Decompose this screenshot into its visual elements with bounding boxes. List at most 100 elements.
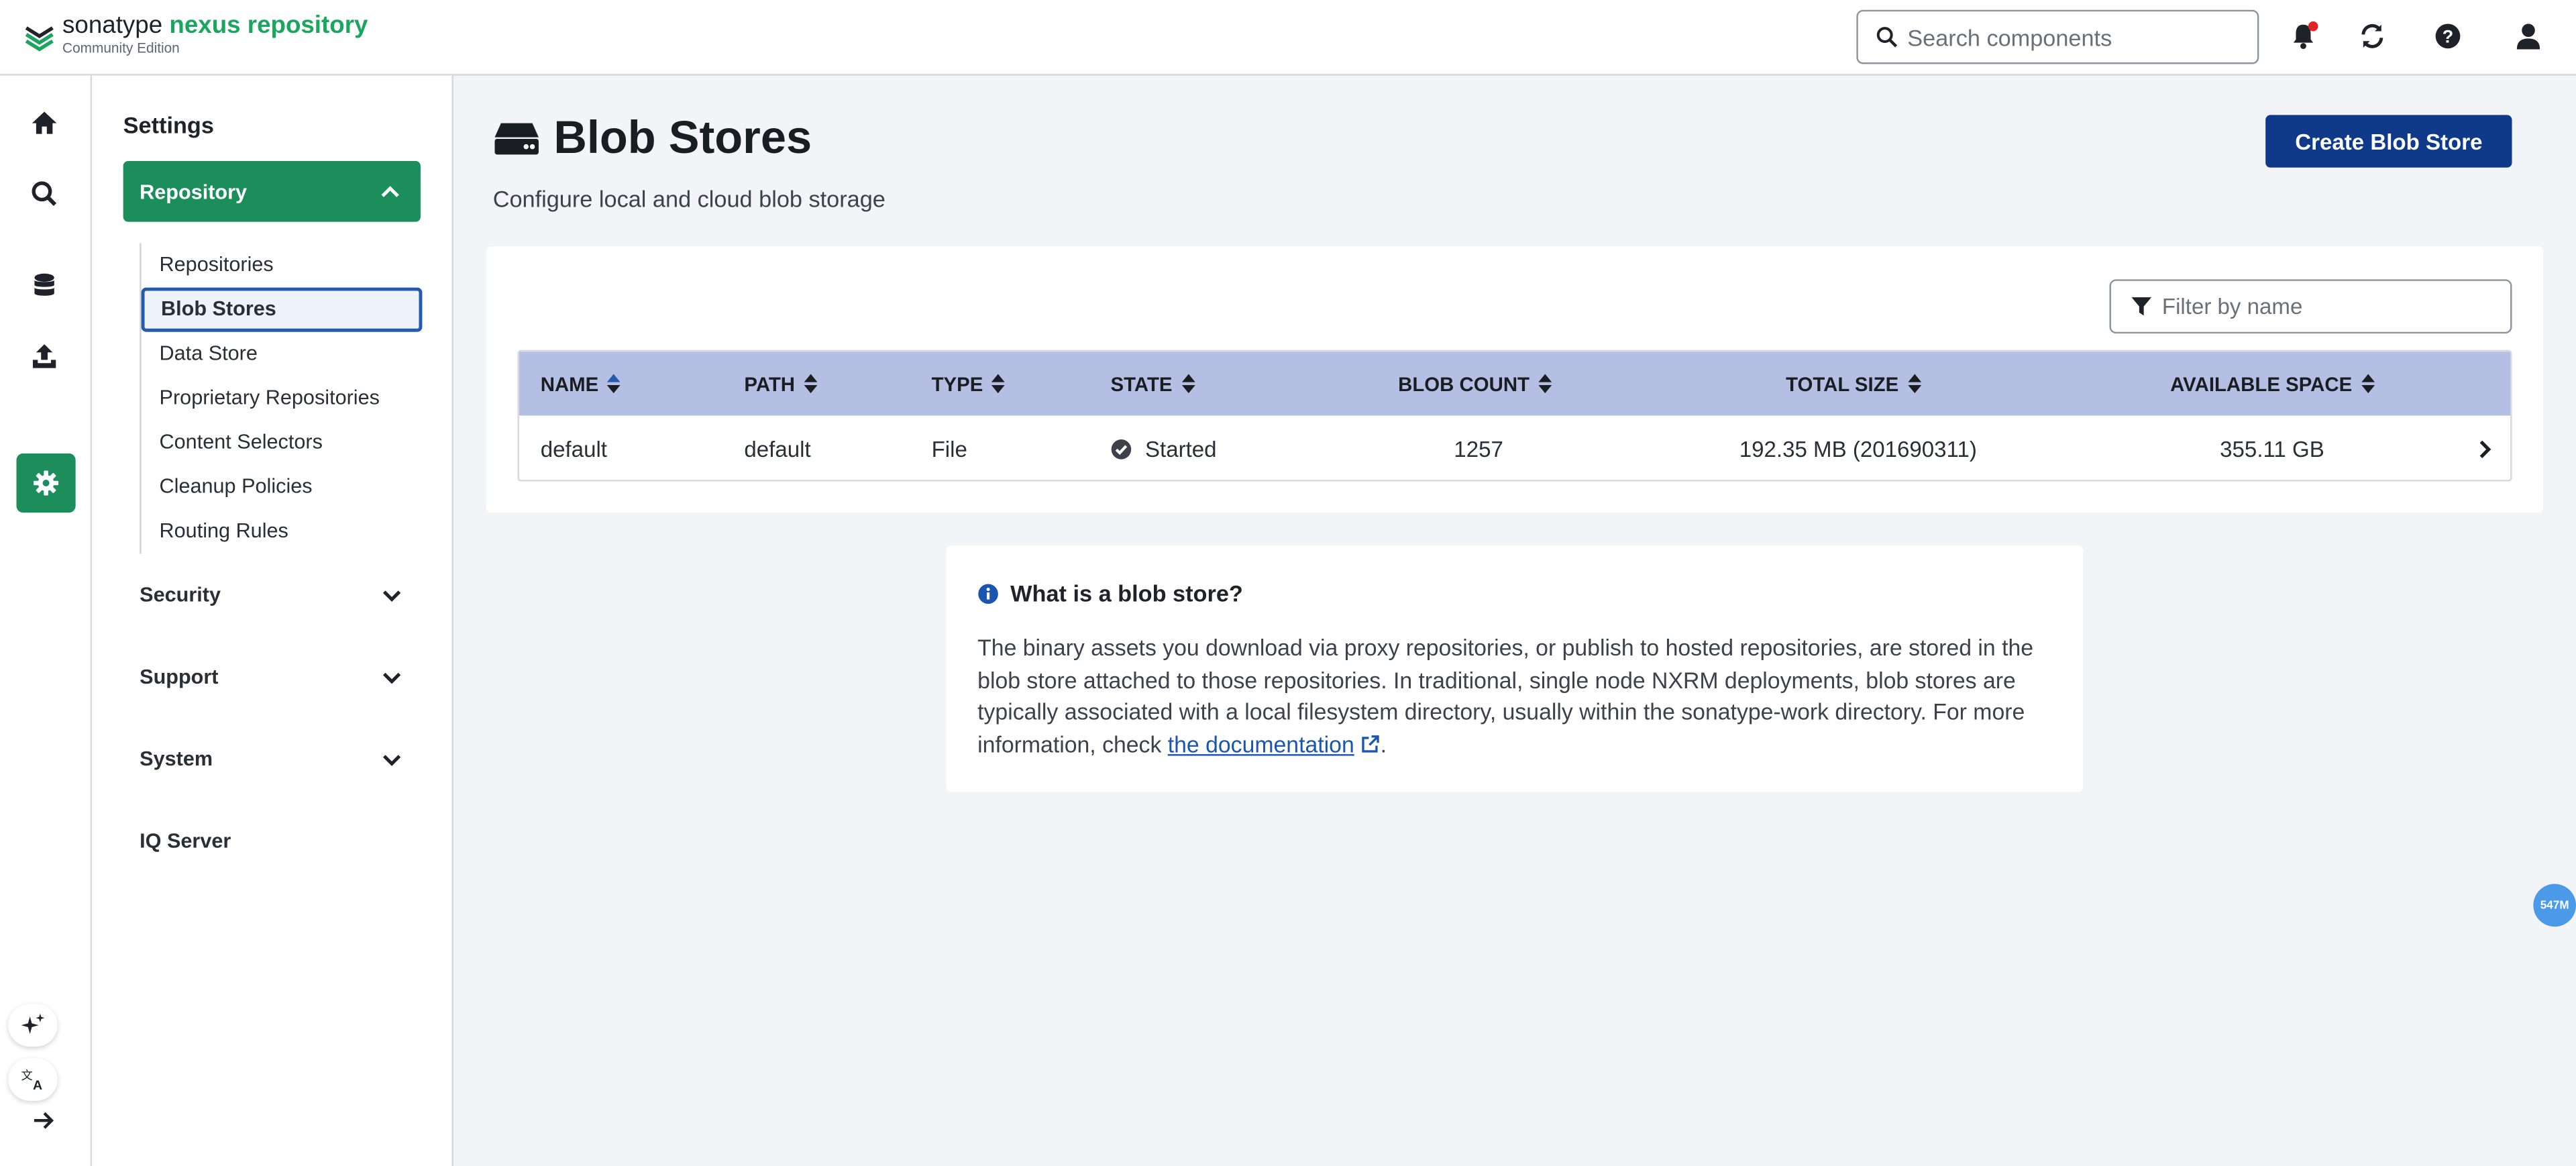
- info-title-text: What is a blob store?: [1010, 580, 1243, 606]
- column-header-type[interactable]: TYPE: [932, 352, 1006, 416]
- sidebar-group-label: System: [140, 747, 213, 771]
- user-menu-button[interactable]: [2514, 21, 2543, 51]
- arrow-right-icon: [34, 1112, 54, 1129]
- search-icon: [32, 181, 57, 206]
- brand-name-nexus: nexus repository: [169, 11, 368, 40]
- help-icon: ?: [2435, 23, 2461, 49]
- cell-path: default: [744, 436, 811, 461]
- chevron-down-icon: [382, 753, 401, 765]
- hard-drive-icon: [494, 122, 539, 154]
- sidebar-title: Settings: [123, 111, 214, 138]
- chevron-up-icon: [381, 186, 399, 197]
- column-header-name[interactable]: NAME: [541, 352, 622, 416]
- sidebar-group-support[interactable]: Support: [140, 659, 422, 695]
- language-button[interactable]: 文 A: [8, 1058, 58, 1101]
- rail-settings[interactable]: [16, 453, 76, 513]
- sort-icon: [1538, 374, 1552, 394]
- sidebar-item-data-store[interactable]: Data Store: [142, 332, 423, 376]
- app-root: sonatype nexus repository Community Edit…: [0, 0, 2576, 1166]
- sonatype-logo-icon: [25, 25, 54, 52]
- info-icon: [978, 583, 998, 603]
- help-button[interactable]: ?: [2433, 21, 2463, 51]
- sidebar-item-repositories[interactable]: Repositories: [142, 243, 423, 287]
- sidebar-group-repository[interactable]: Repository: [123, 161, 421, 222]
- blob-store-info-card: What is a blob store? The binary assets …: [946, 545, 2084, 792]
- sort-icon: [804, 374, 818, 394]
- filter-input[interactable]: [2161, 294, 2511, 319]
- cell-name: default: [540, 436, 608, 461]
- home-icon: [32, 111, 57, 134]
- column-header-available-space[interactable]: AVAILABLE SPACE: [2170, 352, 2375, 416]
- page-title-text: Blob Stores: [553, 111, 812, 163]
- info-title: What is a blob store?: [977, 580, 1243, 606]
- chevron-right-icon: [2479, 439, 2491, 458]
- row-open-button[interactable]: [2474, 416, 2496, 480]
- chevron-down-icon: [382, 590, 401, 601]
- sort-ascending-icon: [607, 374, 621, 394]
- search-input[interactable]: [1907, 23, 2257, 50]
- refresh-button[interactable]: [2357, 21, 2387, 51]
- user-icon: [2516, 23, 2540, 50]
- column-header-blob-count[interactable]: BLOB COUNT: [1398, 352, 1552, 416]
- column-label: NAME: [540, 372, 599, 395]
- sidebar-group-security[interactable]: Security: [140, 577, 422, 613]
- sidebar-item-routing-rules[interactable]: Routing Rules: [142, 509, 423, 553]
- collapse-rail-button[interactable]: [32, 1108, 61, 1137]
- upload-icon: [32, 344, 56, 368]
- sidebar-group-label: IQ Server: [140, 829, 231, 853]
- cell-total-size: 192.35 MB (201690311): [1739, 436, 1977, 461]
- brand-edition: Community Edition: [62, 39, 180, 56]
- state-label: Started: [1144, 436, 1217, 461]
- gear-icon: [34, 470, 59, 496]
- ai-assistant-button[interactable]: [8, 1004, 58, 1047]
- filter-field[interactable]: [2109, 279, 2512, 334]
- documentation-link[interactable]: the documentation: [1168, 733, 1354, 757]
- table-header: NAME PATH TYPE STATE BLOB COUNT TOTAL SI…: [519, 352, 2511, 416]
- svg-text:?: ?: [2443, 27, 2453, 47]
- sidebar-item-proprietary-repositories[interactable]: Proprietary Repositories: [142, 376, 423, 421]
- sidebar-group-iq-server[interactable]: IQ Server: [140, 823, 422, 859]
- info-suffix: .: [1380, 732, 1387, 757]
- column-label: AVAILABLE SPACE: [2170, 372, 2353, 395]
- rail-browse[interactable]: [30, 271, 59, 301]
- top-bar: sonatype nexus repository Community Edit…: [0, 0, 2576, 76]
- rail-search[interactable]: [30, 179, 59, 209]
- sort-icon: [1181, 374, 1195, 394]
- repository-submenu: Repositories Blob Stores Data Store Prop…: [140, 243, 423, 554]
- chevron-down-icon: [382, 672, 401, 684]
- sidebar-group-label: Support: [140, 665, 219, 689]
- create-blob-store-button[interactable]: Create Blob Store: [2265, 115, 2512, 168]
- check-circle-icon: [1111, 438, 1132, 459]
- column-label: TYPE: [931, 372, 983, 395]
- column-label: TOTAL SIZE: [1786, 372, 1899, 395]
- info-body-text: The binary assets you download via proxy…: [977, 635, 2034, 757]
- sparkle-icon: [21, 1013, 45, 1035]
- blob-stores-table: NAME PATH TYPE STATE BLOB COUNT TOTAL SI…: [517, 350, 2512, 482]
- translate-icon: 文 A: [21, 1069, 43, 1093]
- blob-stores-card: NAME PATH TYPE: [486, 246, 2544, 513]
- column-header-total-size[interactable]: TOTAL SIZE: [1786, 352, 1921, 416]
- sidebar-item-blob-stores[interactable]: Blob Stores: [141, 287, 423, 332]
- sidebar-item-content-selectors[interactable]: Content Selectors: [142, 421, 423, 465]
- external-link-icon: [1362, 735, 1380, 753]
- brand-logo[interactable]: sonatype nexus repository Community Edit…: [23, 13, 368, 55]
- svg-text:文: 文: [21, 1069, 33, 1083]
- notification-dot: [2308, 21, 2318, 32]
- sidebar-item-cleanup-policies[interactable]: Cleanup Policies: [142, 465, 423, 509]
- column-header-path[interactable]: PATH: [744, 352, 818, 416]
- sidebar-group-system[interactable]: System: [140, 741, 422, 777]
- column-label: PATH: [744, 372, 796, 395]
- rail-home[interactable]: [30, 109, 59, 138]
- rail-upload[interactable]: [30, 341, 59, 371]
- search-components-field[interactable]: [1856, 9, 2259, 64]
- page-title: Blob Stores: [493, 112, 812, 164]
- left-rail: 文 A: [0, 75, 93, 1166]
- sort-icon: [1907, 374, 1921, 394]
- page-subtitle: Configure local and cloud blob storage: [492, 185, 885, 212]
- column-header-state[interactable]: STATE: [1111, 352, 1195, 416]
- sort-icon: [2361, 374, 2375, 394]
- notifications-button[interactable]: [2288, 21, 2318, 51]
- table-row[interactable]: default default File Started 1257 192.35…: [519, 415, 2511, 480]
- cell-type: File: [931, 436, 967, 461]
- memory-usage-badge[interactable]: 547M: [2533, 884, 2576, 927]
